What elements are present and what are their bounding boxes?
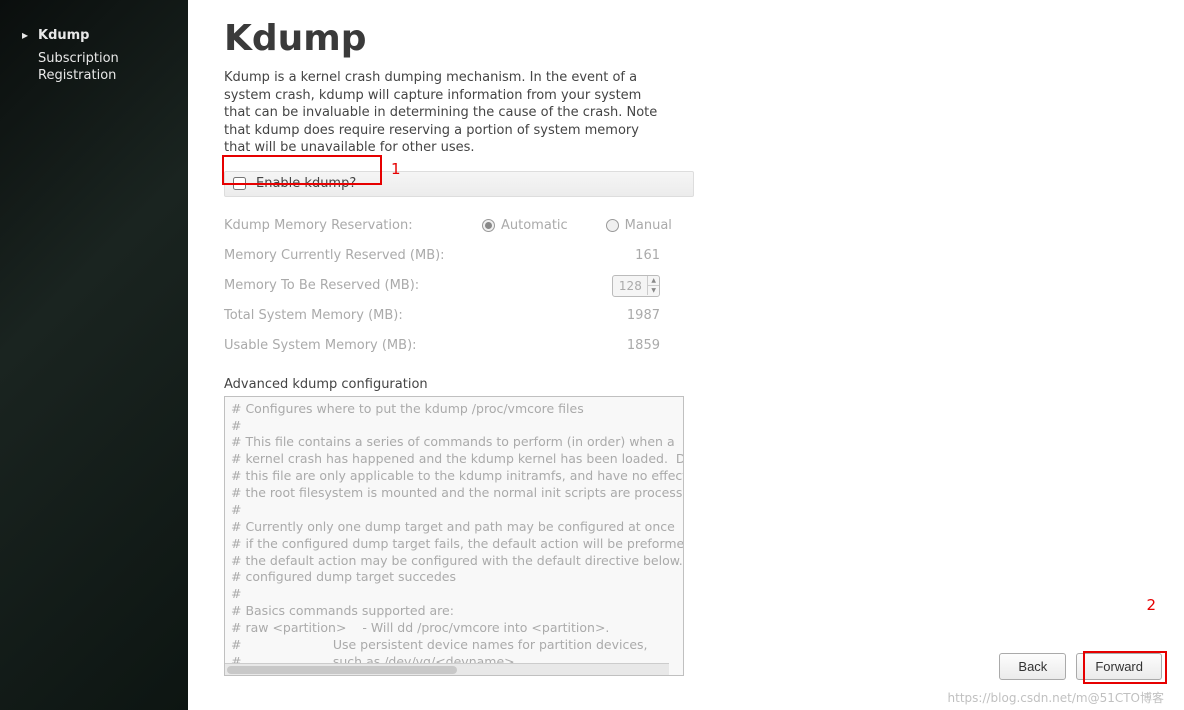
horizontal-scrollbar[interactable] <box>225 663 669 675</box>
reservation-row: Kdump Memory Reservation: Automatic Manu… <box>224 211 1144 241</box>
currently-reserved-label: Memory Currently Reserved (MB): <box>224 248 482 263</box>
kdump-form: Kdump Memory Reservation: Automatic Manu… <box>224 211 1144 361</box>
enable-kdump-checkbox[interactable] <box>233 177 246 190</box>
advanced-config-wrapper <box>224 396 684 676</box>
watermark: https://blog.csdn.net/m@51CTO博客 <box>948 689 1164 706</box>
to-be-reserved-label: Memory To Be Reserved (MB): <box>224 278 482 293</box>
radio-label: Automatic <box>501 218 568 233</box>
currently-reserved-value: 161 <box>482 248 672 263</box>
annotation-label-1: 1 <box>391 160 401 178</box>
to-be-reserved-value-wrapper: 128 ▲ ▼ <box>482 275 672 297</box>
advanced-config-textarea[interactable] <box>225 397 683 663</box>
sidebar-item-label: Kdump <box>38 28 90 43</box>
radio-manual[interactable]: Manual <box>606 218 672 233</box>
spinner-value: 128 <box>613 279 647 293</box>
total-memory-label: Total System Memory (MB): <box>224 308 482 323</box>
usable-memory-row: Usable System Memory (MB): 1859 <box>224 331 1144 361</box>
spinner-down-icon[interactable]: ▼ <box>648 286 659 295</box>
reservation-label: Kdump Memory Reservation: <box>224 218 482 233</box>
main-content: Kdump Kdump is a kernel crash dumping me… <box>188 0 1184 710</box>
currently-reserved-row: Memory Currently Reserved (MB): 161 <box>224 241 1144 271</box>
usable-memory-value: 1859 <box>482 338 672 353</box>
annotation-label-2: 2 <box>1146 596 1156 614</box>
radio-automatic[interactable]: Automatic <box>482 218 568 233</box>
memory-spinner[interactable]: 128 ▲ ▼ <box>612 275 660 297</box>
scrollbar-thumb[interactable] <box>227 666 457 674</box>
spinner-up-icon[interactable]: ▲ <box>648 276 659 286</box>
forward-button[interactable]: Forward <box>1076 653 1162 680</box>
total-memory-row: Total System Memory (MB): 1987 <box>224 301 1144 331</box>
radio-icon <box>482 219 495 232</box>
footer-buttons: Back Forward <box>999 653 1162 680</box>
enable-kdump-label: Enable kdump? <box>256 176 356 191</box>
sidebar-item-kdump[interactable]: Kdump <box>0 24 188 47</box>
usable-memory-label: Usable System Memory (MB): <box>224 338 482 353</box>
back-button[interactable]: Back <box>999 653 1066 680</box>
reservation-radio-group: Automatic Manual <box>482 218 672 233</box>
advanced-config-label: Advanced kdump configuration <box>224 377 1144 392</box>
sidebar-item-subscription[interactable]: Subscription Registration <box>0 47 188 89</box>
page-description: Kdump is a kernel crash dumping mechanis… <box>224 69 664 157</box>
to-be-reserved-row: Memory To Be Reserved (MB): 128 ▲ ▼ <box>224 271 1144 301</box>
page-title: Kdump <box>224 18 1144 59</box>
radio-label: Manual <box>625 218 672 233</box>
sidebar: Kdump Subscription Registration <box>0 0 188 710</box>
radio-icon <box>606 219 619 232</box>
spinner-buttons: ▲ ▼ <box>647 276 659 295</box>
enable-kdump-row: Enable kdump? <box>224 171 694 197</box>
sidebar-item-label: Subscription Registration <box>38 51 119 83</box>
total-memory-value: 1987 <box>482 308 672 323</box>
